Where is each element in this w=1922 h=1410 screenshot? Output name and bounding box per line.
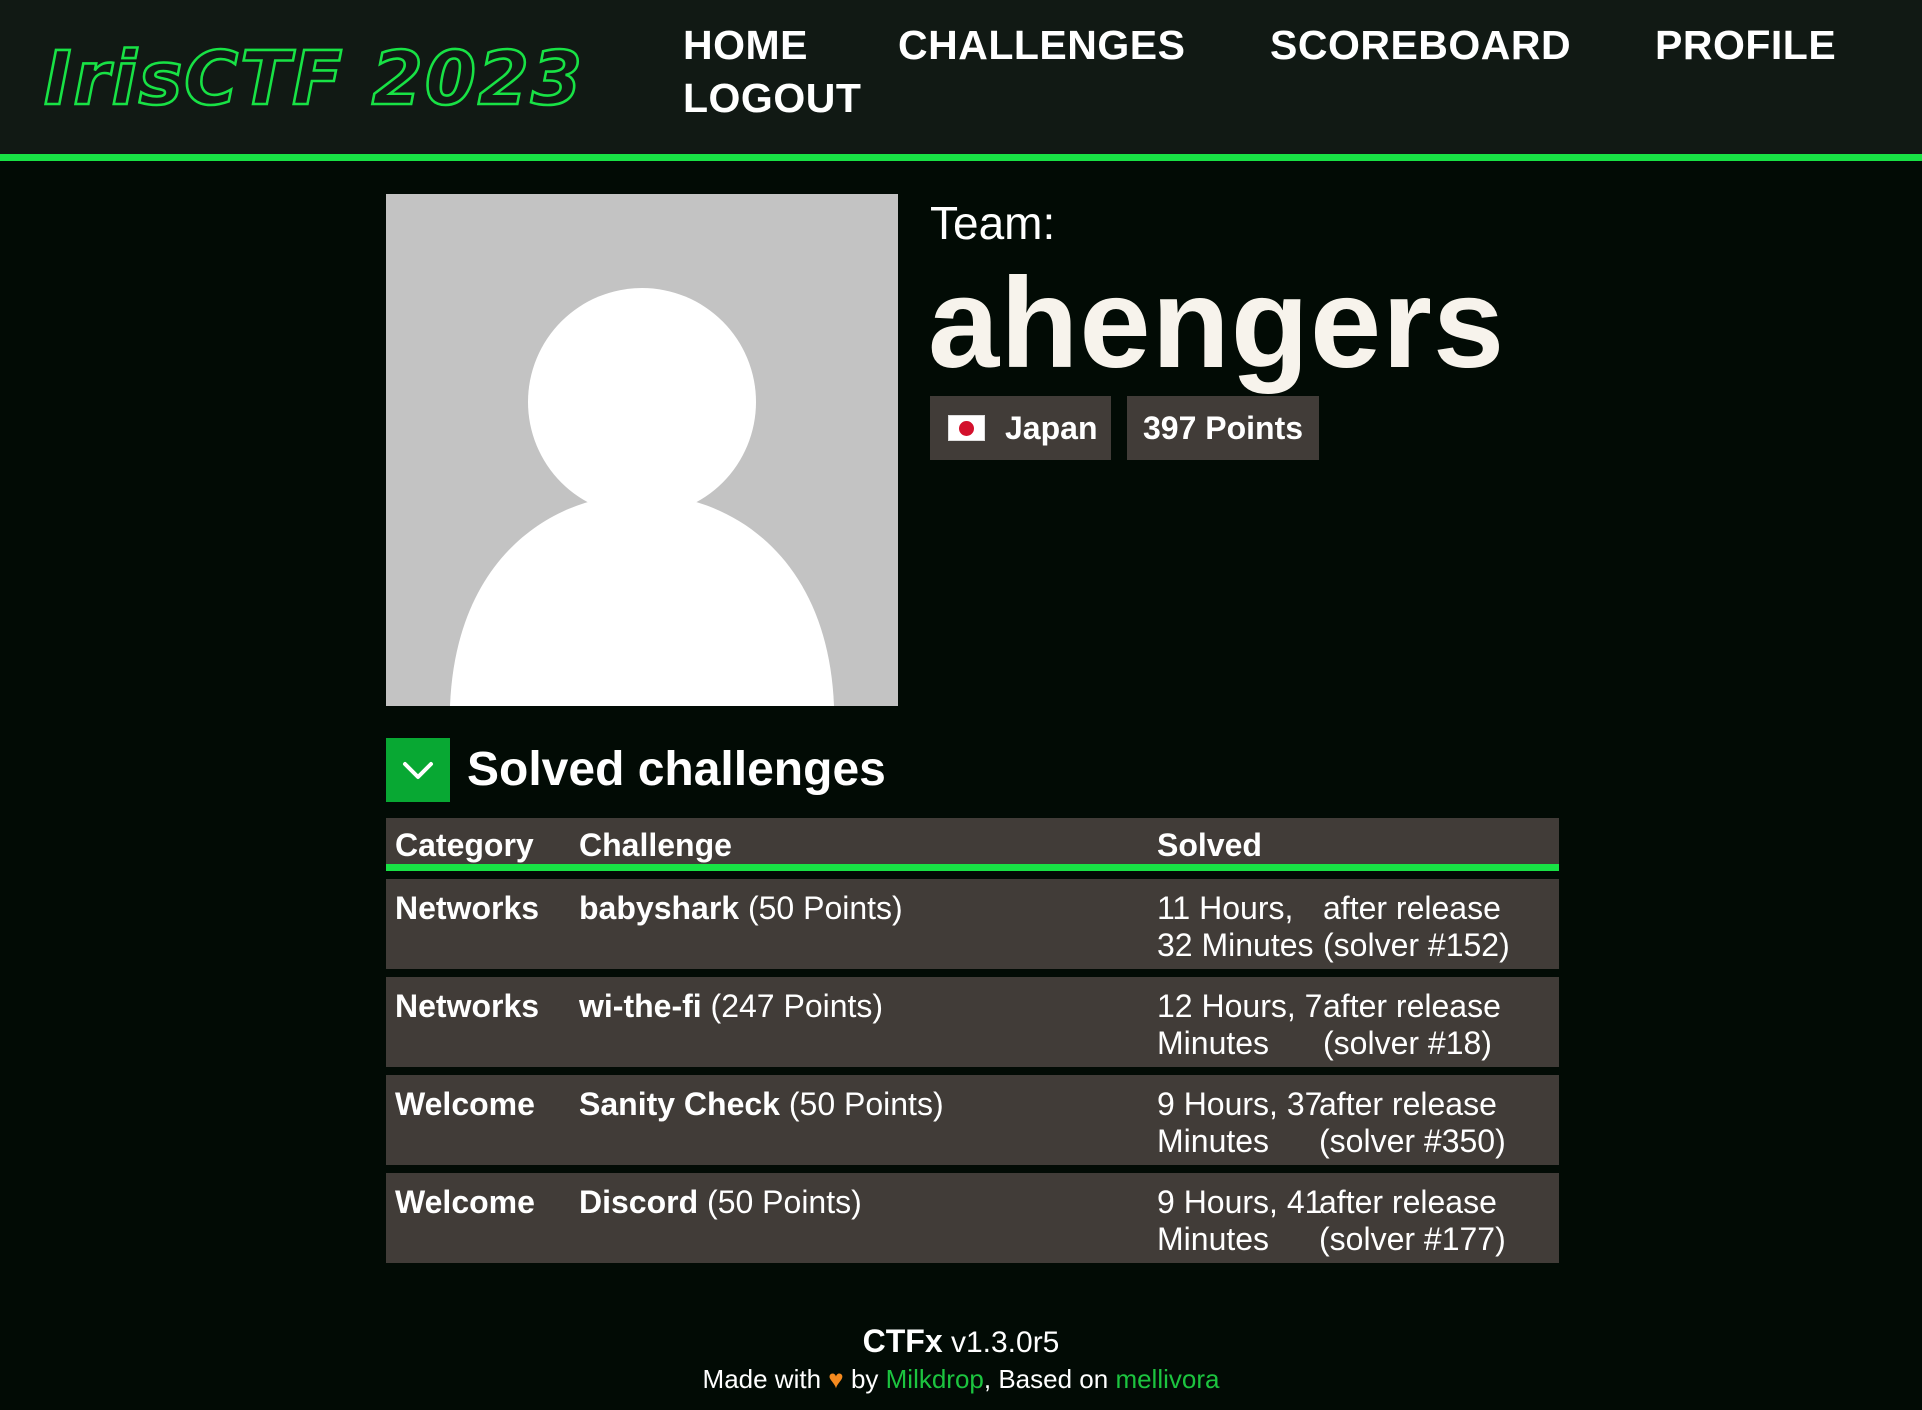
row-challenge: babyshark (50 Points)	[579, 890, 903, 927]
row-category: Welcome	[395, 1086, 535, 1122]
table-row: Welcome Sanity Check (50 Points) 9 Hours…	[386, 1075, 1559, 1165]
chevron-down-icon	[403, 762, 433, 779]
row-category: Networks	[395, 890, 540, 926]
challenge-points: (50 Points)	[788, 1086, 944, 1122]
logo-text: IrisCTF 2023	[44, 38, 584, 110]
column-header-category: Category	[395, 827, 534, 863]
column-header-challenge: Challenge	[579, 827, 732, 863]
challenge-link[interactable]: babyshark	[579, 890, 739, 926]
points-badge: 397 Points	[1127, 396, 1319, 460]
challenge-link[interactable]: wi-the-fi	[579, 988, 702, 1024]
row-challenge: wi-the-fi (247 Points)	[579, 988, 883, 1025]
nav-scoreboard[interactable]: SCOREBOARD	[1270, 22, 1571, 69]
footer-brand: CTFx	[862, 1323, 943, 1359]
row-category: Networks	[395, 988, 540, 1024]
challenge-points: (50 Points)	[707, 1184, 862, 1220]
heart-icon: ♥	[828, 1364, 844, 1394]
country-badge: Japan	[930, 396, 1111, 460]
nav-home[interactable]: HOME	[683, 22, 808, 69]
mellivora-link[interactable]: mellivora	[1115, 1364, 1219, 1394]
row-category: Welcome	[395, 1184, 535, 1220]
navbar: IrisCTF 2023 HOME CHALLENGES SCOREBOARD …	[0, 0, 1922, 161]
team-label: Team:	[930, 197, 1056, 249]
table-row: Welcome Discord (50 Points) 9 Hours, 41 M…	[386, 1173, 1559, 1263]
row-challenge: Sanity Check (50 Points)	[579, 1086, 944, 1123]
row-solved-rank: after release (solver #177)	[1319, 1184, 1506, 1257]
row-solved-rank: after release (solver #18)	[1323, 988, 1501, 1061]
challenge-points: (247 Points)	[710, 988, 884, 1024]
country-name: Japan	[1005, 409, 1098, 446]
solved-section-title: Solved challenges	[467, 743, 886, 796]
row-solved-time: 9 Hours, 37 Minutes	[1157, 1086, 1323, 1159]
team-avatar	[386, 194, 898, 706]
row-solved-time: 12 Hours, 7 Minutes	[1157, 988, 1323, 1061]
footer: CTFx v1.3.0r5 Made with ♥ by Milkdrop, B…	[0, 1323, 1922, 1395]
challenge-points: (50 Points)	[747, 890, 903, 926]
japan-flag-icon	[948, 415, 985, 441]
row-solved-time: 11 Hours, 32 Minutes	[1157, 890, 1314, 963]
milkdrop-link[interactable]: Milkdrop	[886, 1364, 984, 1394]
table-row: Networks babyshark (50 Points) 11 Hours,…	[386, 879, 1559, 969]
footer-credits: Made with ♥ by Milkdrop, Based on melliv…	[702, 1364, 1220, 1394]
table-header: Category Challenge Solved	[386, 818, 1559, 871]
team-name: ahengers	[928, 252, 1506, 395]
challenge-link[interactable]: Sanity Check	[579, 1086, 780, 1122]
row-challenge: Discord (50 Points)	[579, 1184, 862, 1221]
row-solved-rank: after release (solver #350)	[1319, 1086, 1506, 1159]
row-solved-time: 9 Hours, 41 Minutes	[1157, 1184, 1323, 1257]
column-header-solved: Solved	[1157, 827, 1262, 863]
nav-logout[interactable]: LOGOUT	[683, 75, 861, 122]
solved-table: Category Challenge Solved Networks babys…	[386, 818, 1559, 1263]
challenge-link[interactable]: Discord	[579, 1184, 698, 1220]
site-logo[interactable]: IrisCTF 2023	[40, 38, 590, 110]
footer-version-number: v1.3.0r5	[950, 1326, 1060, 1359]
collapse-toggle-button[interactable]	[386, 738, 450, 802]
table-row: Networks wi-the-fi (247 Points) 12 Hours…	[386, 977, 1559, 1067]
nav-profile[interactable]: PROFILE	[1655, 22, 1836, 69]
row-solved-rank: after release (solver #152)	[1323, 890, 1510, 963]
default-user-icon	[386, 194, 898, 706]
nav-challenges[interactable]: CHALLENGES	[898, 22, 1185, 69]
footer-version: CTFx v1.3.0r5	[0, 1323, 1922, 1360]
